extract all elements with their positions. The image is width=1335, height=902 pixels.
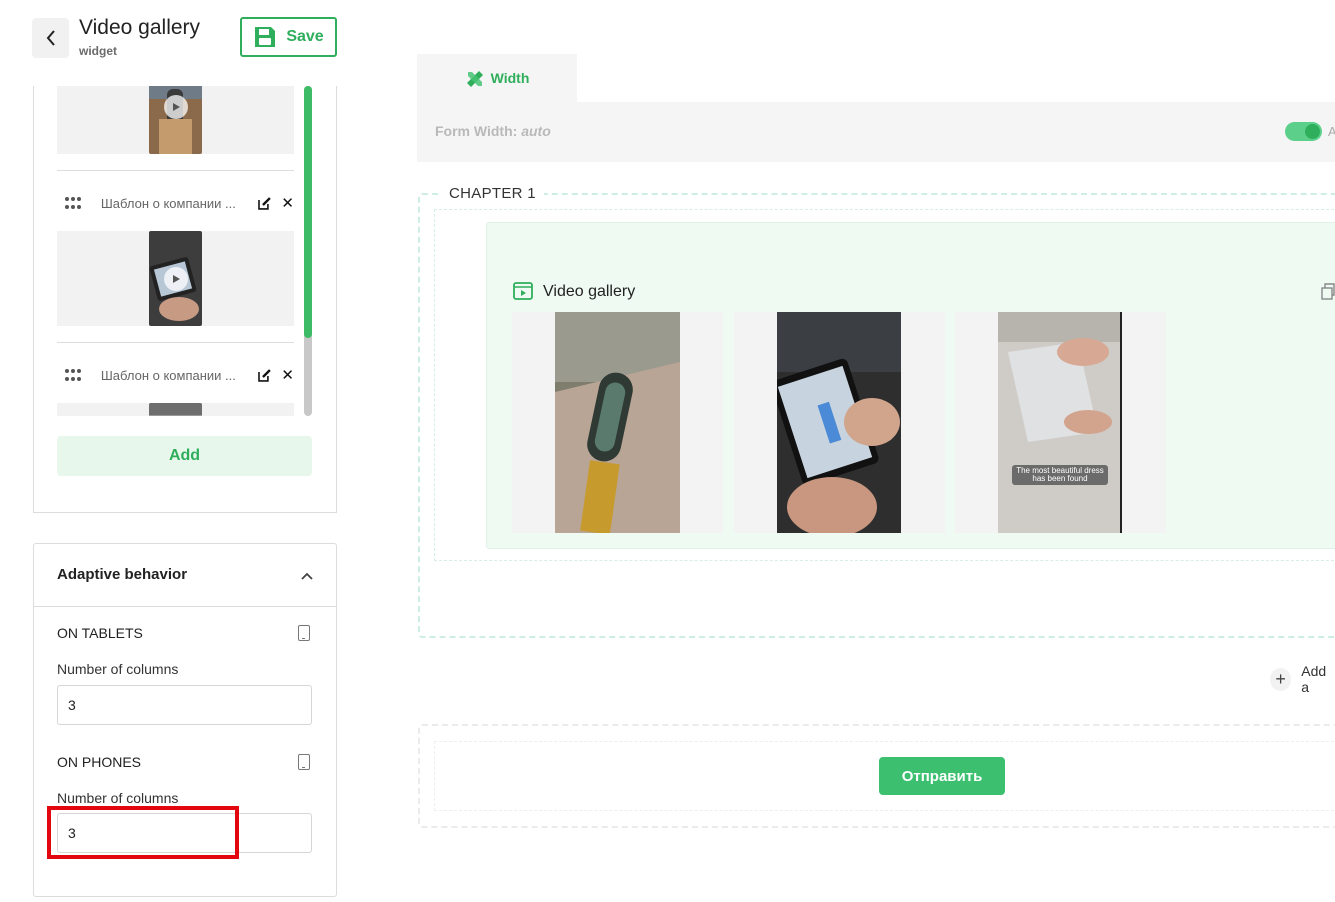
tablets-columns-input[interactable]: 3 <box>57 685 312 725</box>
add-chapter-button[interactable]: + Add a <box>1270 663 1335 695</box>
phones-columns-label: Number of columns <box>57 790 179 806</box>
tablets-section-title: ON TABLETS <box>57 625 143 641</box>
save-label: Save <box>286 28 324 45</box>
chevron-left-icon <box>46 30 55 46</box>
adaptive-heading[interactable]: Adaptive behavior <box>57 566 187 583</box>
highlight-box <box>47 806 239 859</box>
edit-icon[interactable] <box>257 368 272 382</box>
save-button[interactable]: Save <box>240 17 337 57</box>
tablet-icon <box>298 625 310 641</box>
phone-icon <box>298 754 310 770</box>
phones-section-title: ON PHONES <box>57 754 142 770</box>
video-gallery-icon <box>513 282 533 300</box>
item-label: Шаблон о компании ... <box>100 367 236 383</box>
page-title: Video gallery <box>79 16 201 39</box>
list-item: Шаблон о компании ... ✕ <box>57 193 294 213</box>
chevron-up-icon[interactable] <box>300 570 314 582</box>
tablets-columns-label: Number of columns <box>57 661 179 677</box>
video-thumbnail-image <box>149 231 202 326</box>
auto-width-toggle[interactable] <box>1285 122 1322 141</box>
divider <box>57 342 294 343</box>
copy-icon[interactable] <box>1321 283 1335 300</box>
add-video-button[interactable]: Add <box>57 436 312 476</box>
video-player[interactable]: The most beautiful dress has been found <box>998 312 1123 533</box>
page-subtitle: widget <box>79 44 117 58</box>
chapter-title[interactable]: CHAPTER 1 <box>441 185 544 202</box>
close-icon[interactable]: ✕ <box>281 196 294 211</box>
video-thumbnail[interactable] <box>57 231 294 326</box>
item-label: Шаблон о компании ... <box>100 195 236 211</box>
edit-icon[interactable] <box>257 196 272 210</box>
add-chapter-label: Add a <box>1301 663 1327 695</box>
video-player[interactable] <box>555 312 680 533</box>
play-icon <box>163 94 188 119</box>
close-icon[interactable]: ✕ <box>281 368 294 383</box>
floppy-disk-icon <box>255 27 276 47</box>
video-thumbnail-image <box>149 86 202 154</box>
toggle-label: A <box>1328 124 1335 139</box>
widget-title: Video gallery <box>543 283 636 300</box>
divider <box>57 170 294 171</box>
video-thumbnail[interactable] <box>57 403 294 416</box>
scrollbar-thumb[interactable] <box>304 86 312 338</box>
video-thumbnail-image <box>149 403 202 416</box>
plus-icon: + <box>1270 667 1292 691</box>
drag-handle-icon[interactable] <box>65 196 82 210</box>
back-button[interactable] <box>32 18 69 58</box>
form-settings-bar <box>417 102 1335 162</box>
list-item: Шаблон о компании ... ✕ <box>57 365 294 385</box>
ruler-pencil-icon <box>466 71 483 87</box>
tab-width[interactable]: Width <box>417 54 577 102</box>
video-thumbnail[interactable] <box>57 86 294 154</box>
video-list: Шаблон о компании ... ✕ Шаблон о компани… <box>57 86 294 416</box>
play-icon <box>163 266 188 291</box>
drag-handle-icon[interactable] <box>65 368 82 382</box>
video-caption: The most beautiful dress has been found <box>1016 466 1104 483</box>
tab-label: Width <box>490 70 530 86</box>
divider <box>34 606 336 607</box>
submit-button[interactable]: Отправить <box>879 757 1005 795</box>
form-width-value: auto <box>521 123 551 139</box>
video-player[interactable] <box>777 312 902 533</box>
form-width-label: Form Width: auto <box>435 123 551 139</box>
